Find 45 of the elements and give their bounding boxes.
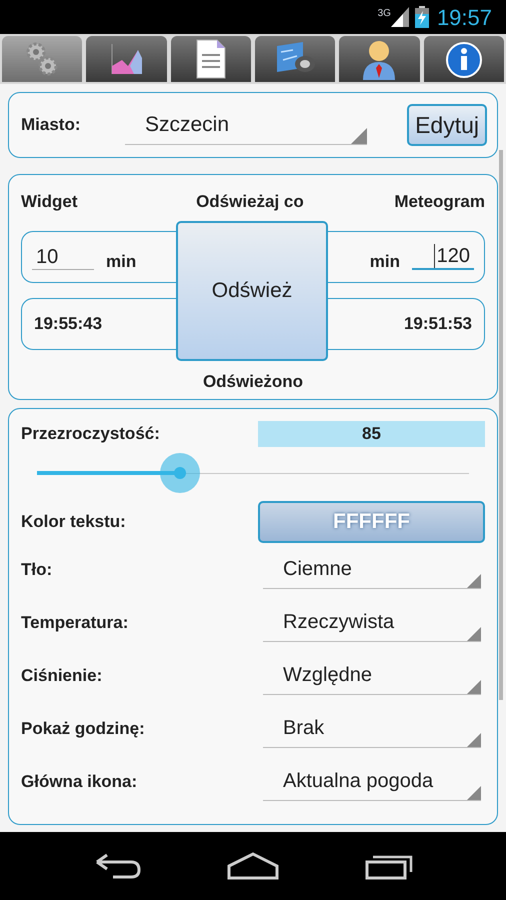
signal-icon	[390, 7, 409, 27]
tab[interactable]	[86, 36, 167, 82]
interval-field[interactable]: 10	[32, 244, 94, 270]
slider-thumb[interactable]	[160, 453, 200, 493]
interval-field[interactable]: 120	[412, 244, 474, 270]
city-dropdown[interactable]: Szczecin	[125, 105, 367, 145]
refresh-button[interactable]: Odśwież	[176, 220, 328, 360]
dropdown-corner-icon	[467, 680, 481, 694]
tab[interactable]	[254, 36, 336, 82]
dropdown-corner-icon	[467, 786, 481, 800]
setting-label: Tło:	[21, 558, 52, 581]
meteogram-time: 19:51:53	[404, 313, 472, 336]
setting-dropdown[interactable]: Brak	[263, 710, 481, 748]
setting-dropdown[interactable]: Względne	[263, 656, 481, 694]
opacity-value: 85	[258, 421, 485, 447]
unit-label: min	[106, 251, 136, 274]
dropdown-corner-icon	[351, 128, 367, 144]
refresh-interval-label: Odświeżaj co	[196, 191, 304, 213]
setting-dropdown[interactable]: Aktualna pogoda	[263, 762, 481, 800]
refreshed-label: Odświeżono	[202, 370, 304, 392]
meteogram-label: Meteogram	[394, 191, 485, 213]
home-icon[interactable]	[226, 852, 280, 880]
dropdown-corner-icon	[467, 626, 481, 640]
setting-label: Pokaż godzinę:	[21, 718, 145, 740]
setting-dropdown[interactable]: Rzeczywista	[263, 604, 481, 642]
setting-label: Główna ikona:	[21, 770, 138, 793]
battery-charging-icon	[414, 6, 429, 28]
setting-label: Temperatura:	[21, 612, 128, 634]
widget-time: 19:55:43	[34, 313, 102, 336]
edit-button[interactable]: Edytuj	[407, 104, 487, 146]
tab[interactable]	[339, 36, 420, 82]
tab[interactable]	[424, 36, 504, 82]
widget-label: Widget	[21, 191, 78, 213]
opacity-label: Przezroczystość:	[21, 423, 160, 446]
clock-time: 19:57	[436, 4, 492, 32]
setting-dropdown[interactable]: Ciemne	[263, 550, 481, 588]
network-type: 3G	[378, 7, 391, 21]
unit-label: min	[370, 251, 400, 274]
text-color-label: Kolor tekstu:	[21, 511, 126, 534]
dropdown-corner-icon	[467, 574, 481, 588]
city-label: Miasto:	[21, 114, 82, 136]
dropdown-corner-icon	[467, 732, 481, 746]
setting-label: Ciśnienie:	[21, 664, 102, 687]
text-cursor	[434, 244, 435, 268]
tab[interactable]	[170, 36, 251, 82]
